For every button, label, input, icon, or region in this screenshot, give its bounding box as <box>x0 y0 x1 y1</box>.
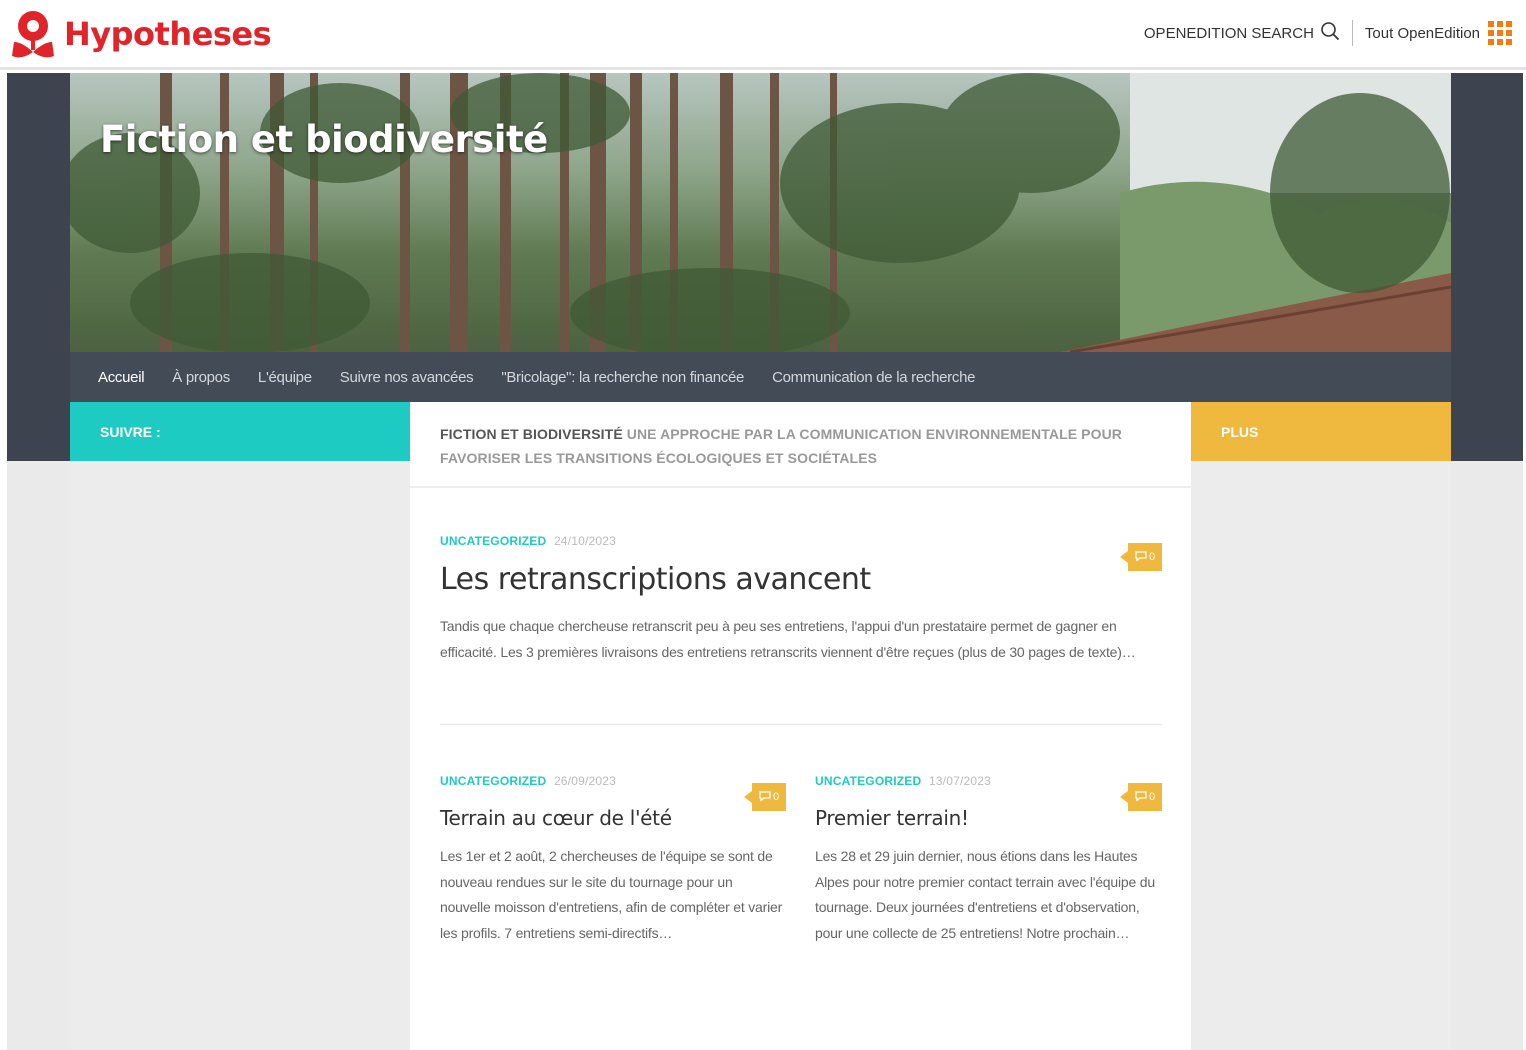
sidebar-right-heading: PLUS <box>1191 402 1451 461</box>
brand-name: Hypotheses <box>64 15 272 53</box>
comment-count-badge[interactable]: 0 <box>1120 783 1162 811</box>
main-content: FICTION ET BIODIVERSITÉ UNE APPROCHE PAR… <box>410 402 1191 1050</box>
post-date: 13/07/2023 <box>928 774 991 788</box>
nav-item-a-propos[interactable]: À propos <box>158 369 244 386</box>
openedition-topbar: Hypotheses OPENEDITION SEARCH Tout OpenE… <box>0 0 1526 70</box>
post-excerpt: Les 28 et 29 juin dernier, nous étions d… <box>815 848 1155 941</box>
nav-item-equipe[interactable]: L'équipe <box>244 369 326 386</box>
apps-grid-icon <box>1488 21 1512 45</box>
divider <box>440 724 1162 725</box>
post-date: 26/09/2023 <box>553 774 616 788</box>
openedition-search-link[interactable]: OPENEDITION SEARCH <box>1144 20 1353 46</box>
post-date: 24/10/2023 <box>553 534 616 548</box>
tagline-name: FICTION ET BIODIVERSITÉ <box>440 426 623 442</box>
header-image <box>70 73 1451 352</box>
hypotheses-logo-icon <box>8 6 58 62</box>
main-nav: Accueil À propos L'équipe Suivre nos ava… <box>70 352 1451 402</box>
comment-count-badge[interactable]: 0 <box>1120 543 1162 571</box>
nav-item-bricolage[interactable]: "Bricolage": la recherche non financée <box>487 369 758 386</box>
comment-icon <box>1135 790 1147 804</box>
post-meta: UNCATEGORIZED 13/07/2023 <box>815 774 1161 788</box>
hypotheses-logo[interactable]: Hypotheses <box>8 6 272 62</box>
comment-count: 0 <box>1148 551 1156 563</box>
post-title-link[interactable]: Les retranscriptions avancent <box>440 562 1162 597</box>
post-featured: UNCATEGORIZED 24/10/2023 Les retranscrip… <box>440 534 1162 665</box>
comment-count: 0 <box>772 791 780 803</box>
post-card: UNCATEGORIZED 13/07/2023 Premier terrain… <box>815 774 1161 946</box>
post-excerpt: Les 1er et 2 août, 2 chercheuses de l'éq… <box>440 848 783 941</box>
comment-icon <box>759 790 771 804</box>
comment-icon <box>1135 550 1147 564</box>
post-card: UNCATEGORIZED 26/09/2023 Terrain au cœur… <box>440 774 786 946</box>
divider <box>410 486 1191 488</box>
post-category-link[interactable]: UNCATEGORIZED <box>440 774 546 788</box>
post-meta: UNCATEGORIZED 24/10/2023 <box>440 534 1162 548</box>
sidebar-right <box>1191 461 1451 1050</box>
nav-item-communication[interactable]: Communication de la recherche <box>758 369 989 386</box>
comment-count: 0 <box>1148 791 1156 803</box>
tout-openedition-menu[interactable]: Tout OpenEdition <box>1353 20 1512 46</box>
tout-openedition-label: Tout OpenEdition <box>1364 24 1480 42</box>
post-excerpt: Tandis que chaque chercheuse retranscrit… <box>440 618 1136 660</box>
post-category-link[interactable]: UNCATEGORIZED <box>440 534 546 548</box>
search-icon <box>1320 21 1340 45</box>
comment-count-badge[interactable]: 0 <box>744 783 786 811</box>
site-tagline: FICTION ET BIODIVERSITÉ UNE APPROCHE PAR… <box>440 422 1140 470</box>
sidebar-left <box>70 461 410 1050</box>
post-title-link[interactable]: Terrain au cœur de l'été <box>440 806 786 830</box>
nav-item-avancees[interactable]: Suivre nos avancées <box>326 369 488 386</box>
nav-item-accueil[interactable]: Accueil <box>84 369 158 386</box>
post-meta: UNCATEGORIZED 26/09/2023 <box>440 774 786 788</box>
post-title-link[interactable]: Premier terrain! <box>815 806 1161 830</box>
openedition-search-label: OPENEDITION SEARCH <box>1143 24 1314 42</box>
site-title[interactable]: Fiction et biodiversité <box>100 118 548 161</box>
sidebar-left-heading: SUIVRE : <box>70 402 410 461</box>
post-category-link[interactable]: UNCATEGORIZED <box>815 774 921 788</box>
